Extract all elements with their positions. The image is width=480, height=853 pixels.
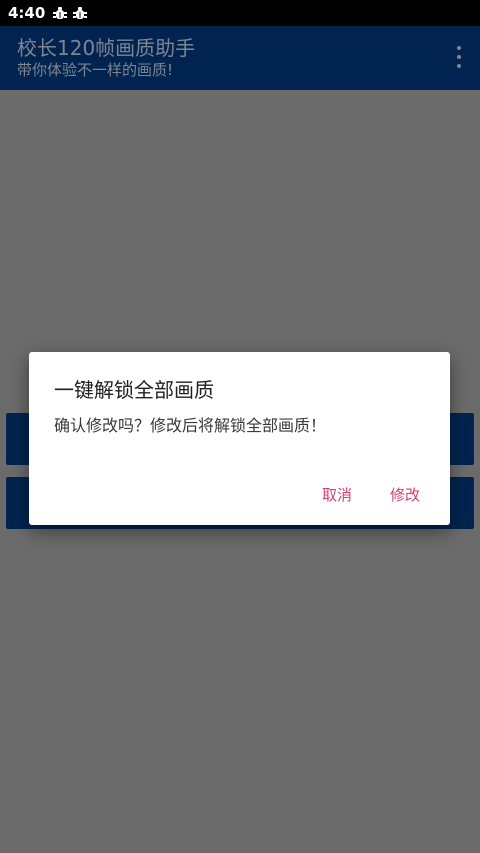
confirm-dialog: 一键解锁全部画质 确认修改吗？修改后将解锁全部画质！ 取消 修改: [29, 352, 450, 525]
dialog-message: 确认修改吗？修改后将解锁全部画质！: [54, 416, 327, 435]
status-time: 4:40: [8, 4, 46, 22]
dialog-actions: 取消 修改: [308, 478, 434, 511]
bug-icon: [73, 6, 88, 20]
more-vertical-icon[interactable]: [454, 46, 464, 68]
cancel-button[interactable]: 取消: [308, 478, 366, 511]
dialog-title: 一键解锁全部画质: [54, 378, 214, 402]
confirm-button[interactable]: 修改: [376, 478, 434, 511]
app-title: 校长120帧画质助手: [17, 36, 196, 60]
bug-icon: [53, 6, 68, 20]
app-subtitle: 带你体验不一样的画质!: [17, 61, 174, 79]
status-bar: 4:40: [0, 0, 480, 26]
status-icons: [53, 6, 88, 20]
app-bar: 校长120帧画质助手 带你体验不一样的画质!: [0, 26, 480, 90]
